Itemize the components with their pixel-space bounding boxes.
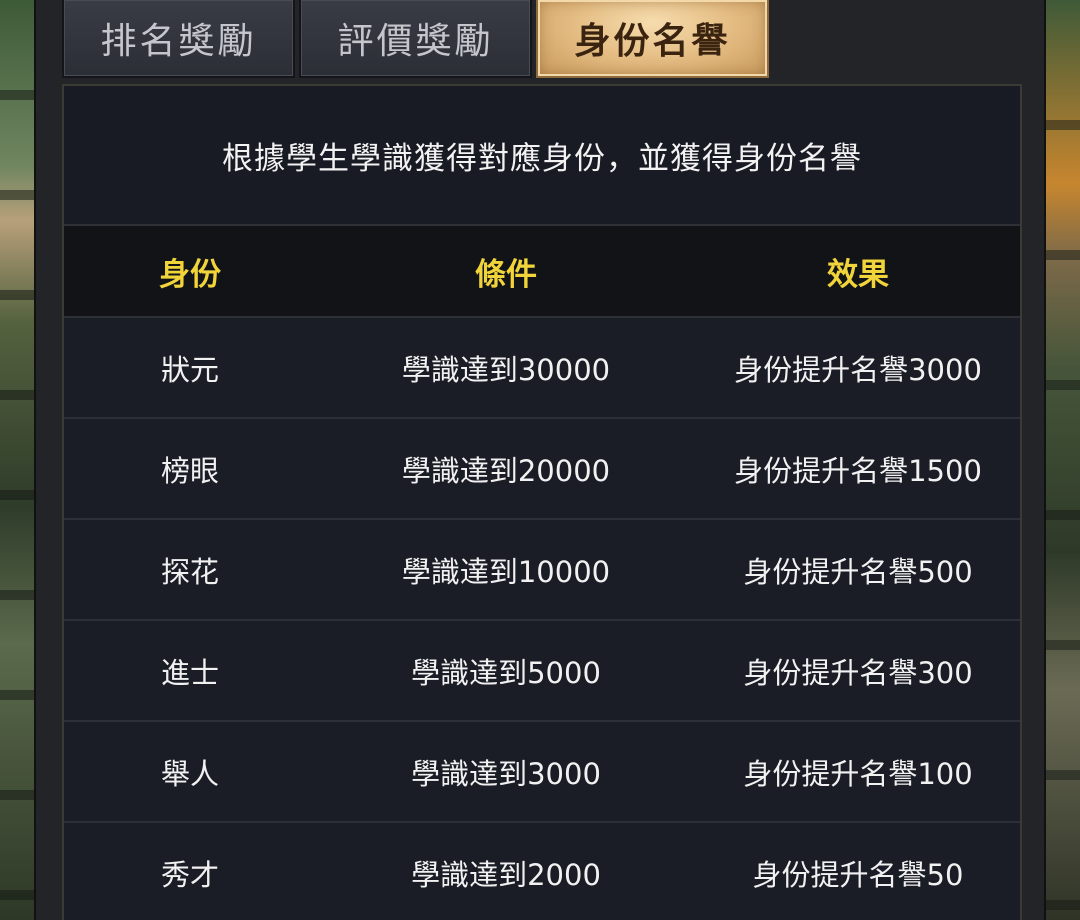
tab-identity-reputation[interactable]: 身份名譽 [536, 0, 769, 78]
identity-cell: 進士 [160, 655, 219, 690]
effect-cell: 身份提升名譽1500 [734, 453, 982, 488]
header-identity: 身份 [159, 256, 221, 293]
table-header: 身份 條件 效果 [64, 226, 1020, 318]
effect-cell: 身份提升名譽500 [743, 554, 973, 589]
effect-cell: 身份提升名譽300 [743, 655, 973, 690]
identity-cell: 榜眼 [160, 453, 219, 488]
effect-cell: 身份提升名譽50 [752, 857, 964, 892]
condition-cell: 學識達到20000 [401, 453, 611, 488]
background-scenery-left [0, 0, 34, 920]
condition-cell: 學識達到5000 [411, 655, 601, 690]
table-row: 探花 學識達到10000 身份提升名譽500 [64, 520, 1020, 621]
table-row: 舉人 學識達到3000 身份提升名譽100 [64, 722, 1020, 823]
condition-cell: 學識達到3000 [411, 756, 601, 791]
condition-cell: 學識達到2000 [411, 857, 601, 892]
reward-window: 排名獎勵 評價獎勵 身份名譽 根據學生學識獲得對應身份，並獲得身份名譽 身份 條… [34, 0, 1046, 920]
header-effect: 效果 [827, 256, 889, 293]
background-scenery-right [1046, 0, 1080, 920]
table-row: 榜眼 學識達到20000 身份提升名譽1500 [64, 419, 1020, 520]
identity-cell: 秀才 [160, 857, 219, 892]
table-row: 狀元 學識達到30000 身份提升名譽3000 [64, 318, 1020, 419]
identity-cell: 探花 [160, 554, 219, 589]
header-condition: 條件 [475, 256, 537, 293]
table-row: 進士 學識達到5000 身份提升名譽300 [64, 621, 1020, 722]
tab-ranking-reward[interactable]: 排名獎勵 [62, 0, 295, 78]
condition-cell: 學識達到30000 [401, 352, 611, 387]
condition-cell: 學識達到10000 [401, 554, 611, 589]
tab-rating-reward[interactable]: 評價獎勵 [299, 0, 532, 78]
identity-panel: 根據學生學識獲得對應身份，並獲得身份名譽 身份 條件 效果 狀元 學識達到300… [62, 84, 1022, 920]
table-row: 秀才 學識達到2000 身份提升名譽50 [64, 823, 1020, 920]
identity-cell: 舉人 [160, 756, 219, 791]
effect-cell: 身份提升名譽3000 [734, 352, 982, 387]
panel-description: 根據學生學識獲得對應身份，並獲得身份名譽 [64, 86, 1020, 226]
identity-cell: 狀元 [160, 352, 219, 387]
effect-cell: 身份提升名譽100 [743, 756, 973, 791]
tab-bar: 排名獎勵 評價獎勵 身份名譽 [62, 0, 769, 78]
game-scene: 排名獎勵 評價獎勵 身份名譽 根據學生學識獲得對應身份，並獲得身份名譽 身份 條… [0, 0, 1080, 920]
